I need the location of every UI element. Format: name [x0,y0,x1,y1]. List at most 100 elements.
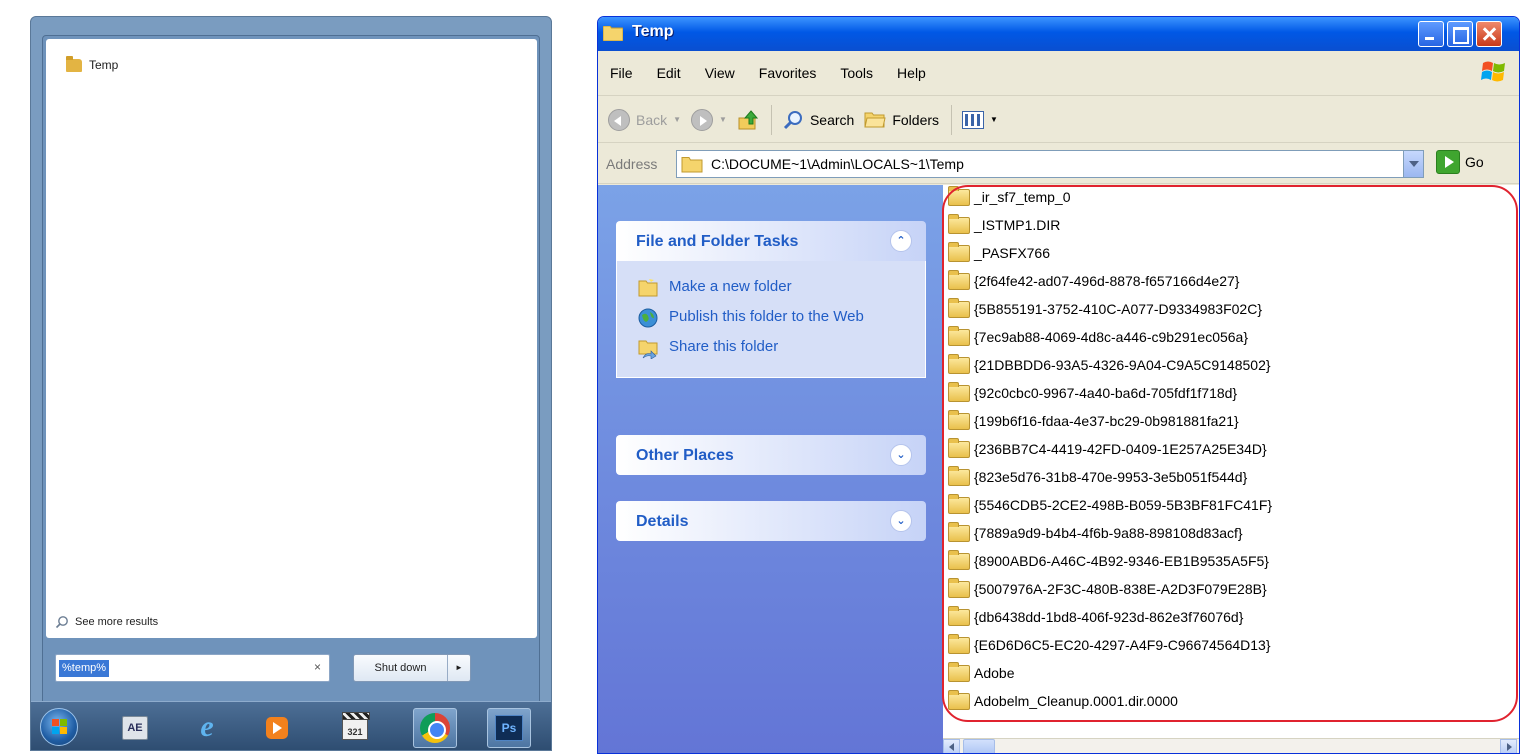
scroll-left-icon[interactable] [943,739,960,753]
title-bar[interactable]: Temp [598,17,1519,51]
forward-arrow-icon [691,108,714,131]
close-button[interactable] [1476,21,1502,47]
other-places-header[interactable]: Other Places ⌄ [616,435,926,475]
menu-edit[interactable]: Edit [645,65,693,81]
search-results-pane: Temp See more results [46,39,537,638]
folder-item[interactable]: {5546CDB5-2CE2-498B-B059-5B3BF81FC41F} [948,492,1272,518]
menu-favorites[interactable]: Favorites [747,65,829,81]
task-pane: File and Folder Tasks ⌃ Make a new folde… [598,185,943,753]
menu-tools[interactable]: Tools [828,65,885,81]
folder-item[interactable]: {5007976A-2F3C-480B-838E-A2D3F079E28B} [948,576,1267,602]
folder-name: Adobelm_Cleanup.0001.dir.0000 [974,693,1178,709]
go-label: Go [1465,154,1484,170]
folder-item[interactable]: {199b6f16-fdaa-4e37-bc29-0b981881fa21} [948,408,1239,434]
taskbar-after-effects-button[interactable]: AE [113,708,157,748]
scroll-right-icon[interactable] [1500,739,1517,753]
address-bar: Address C:\DOCUME~1\Admin\LOCALS~1\Temp … [598,144,1519,184]
chrome-icon [420,713,450,743]
task-share-folder[interactable]: Share this folder [617,333,925,363]
clear-search-icon[interactable]: × [314,660,321,674]
folder-item[interactable]: {2f64fe42-ad07-496d-8878-f657166d4e27} [948,268,1239,294]
collapse-icon[interactable]: ⌃ [890,230,912,252]
file-list: _ir_sf7_temp_0 _ISTMP1.DIR _PASFX766 {2f… [943,185,1519,738]
folder-item[interactable]: {7889a9d9-b4b4-4f6b-9a88-898108d83acf} [948,520,1243,546]
views-button[interactable]: ▼ [962,110,998,129]
task-make-new-folder[interactable]: Make a new folder [617,273,925,303]
folders-button[interactable]: Folders [864,111,939,129]
menu-help[interactable]: Help [885,65,938,81]
folder-icon [948,297,970,318]
folder-icon [948,325,970,346]
scroll-thumb[interactable] [963,739,995,753]
folder-item[interactable]: Adobelm_Cleanup.0001.dir.0000 [948,688,1178,714]
folder-item[interactable]: _PASFX766 [948,240,1050,266]
menu-bar: File Edit View Favorites Tools Help [598,51,1519,96]
go-button[interactable]: Go [1436,150,1484,174]
folder-item[interactable]: {823e5d76-31b8-470e-9953-3e5b051f544d} [948,464,1247,490]
start-search-input[interactable]: %temp% × [55,654,330,682]
search-result-temp[interactable]: Temp [66,55,118,72]
folder-item[interactable]: {8900ABD6-A46C-4B92-9346-EB1B9535A5F5} [948,548,1269,574]
forward-dropdown-icon[interactable]: ▼ [719,115,727,124]
folder-icon [948,437,970,458]
address-input[interactable]: C:\DOCUME~1\Admin\LOCALS~1\Temp [676,150,1424,178]
search-icon [783,110,802,129]
back-dropdown-icon[interactable]: ▼ [673,115,681,124]
file-folder-tasks-group: File and Folder Tasks ⌃ Make a new folde… [616,221,926,378]
task-label: Share this folder [669,338,779,355]
folder-item[interactable]: _ir_sf7_temp_0 [948,185,1071,210]
folder-icon [948,521,970,542]
minimize-button[interactable] [1418,21,1444,47]
up-folder-button[interactable] [737,109,759,131]
taskbar-internet-explorer-button[interactable]: e [185,708,229,748]
folder-item[interactable]: {db6438dd-1bd8-406f-923d-862e3f76076d} [948,604,1243,630]
folder-icon [948,661,970,682]
search-button[interactable]: Search [782,109,854,131]
new-folder-icon [638,279,658,297]
forward-button[interactable]: ▼ [691,108,727,131]
photoshop-icon: Ps [495,715,523,741]
shared-folder-icon [638,340,658,359]
file-folder-tasks-header[interactable]: File and Folder Tasks ⌃ [616,221,926,261]
search-label: Search [809,111,855,128]
views-icon [962,110,985,129]
shutdown-button[interactable]: Shut down ► [353,654,471,682]
start-orb-button[interactable] [37,705,81,749]
taskbar-chrome-button[interactable] [413,708,457,748]
folder-item[interactable]: {21DBBDD6-93A5-4326-9A04-C9A5C9148502} [948,352,1271,378]
folder-icon [948,381,970,402]
folder-item[interactable]: {5B855191-3752-410C-A077-D9334983F02C} [948,296,1262,322]
expand-icon[interactable]: ⌄ [890,444,912,466]
folder-item[interactable]: {E6D6D6C5-EC20-4297-A4F9-C96674564D13} [948,632,1271,658]
details-header[interactable]: Details ⌄ [616,501,926,541]
maximize-button[interactable] [1447,21,1473,47]
folder-item[interactable]: Adobe [948,660,1014,686]
taskbar-movie-maker-button[interactable]: 321 [333,708,377,748]
folder-item[interactable]: {7ec9ab88-4069-4d8c-a446-c9b291ec056a} [948,324,1248,350]
group-title: File and Folder Tasks [636,233,799,250]
folders-label: Folders [892,111,940,128]
address-dropdown-icon[interactable] [1403,151,1423,177]
back-button[interactable]: Back ▼ [608,108,681,131]
folder-name: {199b6f16-fdaa-4e37-bc29-0b981881fa21} [974,413,1239,429]
views-dropdown-icon[interactable]: ▼ [990,115,998,124]
horizontal-scrollbar[interactable] [943,738,1519,753]
folder-icon [948,353,970,374]
internet-explorer-icon: e [200,710,214,743]
expand-icon[interactable]: ⌄ [890,510,912,532]
shutdown-options-arrow-icon[interactable]: ► [448,655,470,681]
toolbar-separator [951,104,953,135]
group-title: Other Places [636,447,734,464]
taskbar-photoshop-button[interactable]: Ps [487,708,531,748]
globe-icon [638,308,658,328]
screenshot-stage: Temp See more results %temp% × Shut down… [0,0,1525,754]
menu-view[interactable]: View [693,65,747,81]
toolbar-separator [770,104,772,135]
task-publish-to-web[interactable]: Publish this folder to the Web [617,303,925,333]
folder-item[interactable]: {92c0cbc0-9967-4a40-ba6d-705fdf1f718d} [948,380,1237,406]
folder-item[interactable]: _ISTMP1.DIR [948,212,1060,238]
taskbar-media-player-button[interactable] [255,708,299,748]
menu-file[interactable]: File [598,65,645,81]
see-more-results-link[interactable]: See more results [55,615,158,629]
folder-item[interactable]: {236BB7C4-4419-42FD-0409-1E257A25E34D} [948,436,1267,462]
